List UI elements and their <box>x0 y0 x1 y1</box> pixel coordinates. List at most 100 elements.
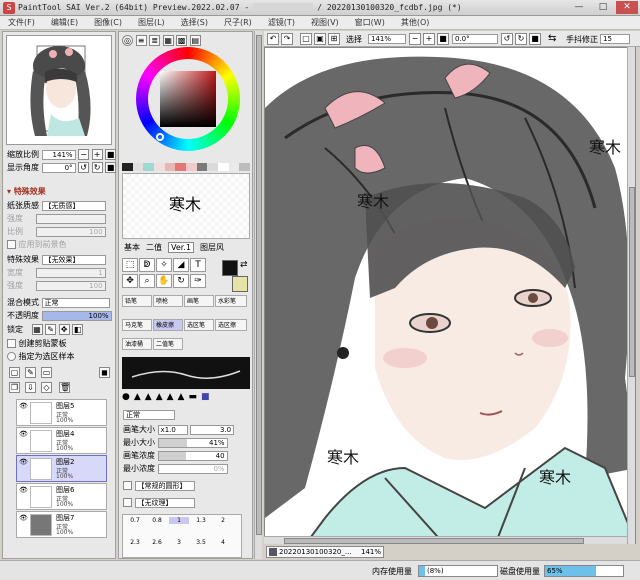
opacity-slider[interactable]: 100% <box>41 310 112 321</box>
tool-bucket[interactable]: 油漆桶 <box>122 338 152 350</box>
effects-section-header[interactable]: ▾ 特殊效果 <box>7 186 46 197</box>
tab-binary[interactable]: 二值 <box>146 242 162 253</box>
tip-flat-icon[interactable]: ▬ <box>188 392 197 404</box>
history-swatch[interactable] <box>132 163 144 171</box>
new-layer-button[interactable]: ▢ <box>9 367 20 378</box>
undo-icon[interactable]: ↶ <box>267 33 279 45</box>
angle-field[interactable]: 0° <box>41 162 76 173</box>
color-wheel[interactable] <box>136 47 240 151</box>
history-swatch[interactable] <box>164 163 176 171</box>
tab-layer-style[interactable]: 图层风 <box>200 242 224 253</box>
tip-triangle-icon[interactable]: ▲ <box>134 392 141 404</box>
fill-icon[interactable]: ◢ <box>173 258 189 272</box>
color-wheel-mode-icon[interactable]: ◎ <box>122 35 133 46</box>
size-preset[interactable]: 3.5 <box>191 539 211 546</box>
flip-icon[interactable]: ⇆ <box>548 33 556 44</box>
maximize-button[interactable]: □ <box>592 1 614 14</box>
min-size-slider[interactable]: 41% <box>157 437 228 448</box>
scrollbar-thumb[interactable] <box>284 538 584 544</box>
zoom-out-button[interactable]: − <box>78 149 90 160</box>
size-preset[interactable]: 0.8 <box>147 517 167 524</box>
layer-item[interactable]: 👁 图层4 正常 100% <box>16 427 107 454</box>
move-icon[interactable]: ✥ <box>122 274 138 288</box>
lock-brush-icon[interactable]: ✎ <box>45 324 57 335</box>
rotate-left-button[interactable]: ↺ <box>78 162 90 173</box>
swatch-mode-icon[interactable]: ▤ <box>189 35 201 46</box>
texture-intensity-slider[interactable] <box>35 213 106 224</box>
menu-other[interactable]: 其他(O) <box>401 17 430 28</box>
select-label[interactable]: 选择 <box>346 34 362 45</box>
history-swatch[interactable] <box>196 163 208 171</box>
size-preset-selected[interactable]: 1 <box>169 517 189 524</box>
copy-layer-button[interactable]: ❐ <box>9 382 20 393</box>
blend-mode-select[interactable]: 正常 <box>41 297 110 308</box>
menu-layer[interactable]: 图层(L) <box>138 17 165 28</box>
texture-scale-slider[interactable]: 100 <box>35 226 106 237</box>
tool-panel-scrollbar[interactable] <box>254 31 262 559</box>
menu-ruler[interactable]: 尺子(R) <box>224 17 252 28</box>
magic-wand-icon[interactable]: ✧ <box>156 258 172 272</box>
canvas-angle-field[interactable]: 0.0° <box>452 34 498 44</box>
canvas-rotate-right-button[interactable]: ↻ <box>515 33 527 45</box>
menu-image[interactable]: 图像(C) <box>94 17 122 28</box>
zoom-reset-button[interactable]: ■ <box>105 149 117 160</box>
tool-brush[interactable]: 画笔 <box>184 295 214 307</box>
saturation-value-square[interactable] <box>160 71 216 127</box>
layer-item[interactable]: 👁 图层6 正常 100% <box>16 483 107 510</box>
brush-texture-checkbox[interactable] <box>123 498 132 507</box>
document-tab[interactable]: 20220130100320_... 141% <box>266 546 384 558</box>
size-preset[interactable]: 3 <box>169 539 189 546</box>
canvas-horizontal-scrollbar[interactable] <box>264 536 627 544</box>
canvas-zoom-in-button[interactable]: + <box>423 33 435 45</box>
lock-alpha-icon[interactable]: ◧ <box>72 324 84 335</box>
scrollbar-thumb[interactable] <box>256 35 262 535</box>
layer-mask-button[interactable]: ◼ <box>99 367 110 378</box>
tool-eraser[interactable]: 橡皮擦 <box>153 319 183 331</box>
redo-icon[interactable]: ↷ <box>281 33 293 45</box>
brush-mode-select[interactable]: 正常 <box>123 409 175 420</box>
rotate-reset-button[interactable]: ■ <box>105 162 117 173</box>
hsv-slider-mode-icon[interactable]: ≣ <box>149 35 161 46</box>
mixer-mode-icon[interactable]: ▩ <box>176 35 188 46</box>
apply-fg-checkbox[interactable] <box>7 240 16 249</box>
canvas-zoom-field[interactable]: 141% <box>368 34 406 44</box>
menu-edit[interactable]: 编辑(E) <box>51 17 78 28</box>
visibility-eye-icon[interactable]: 👁 <box>19 486 29 494</box>
rgb-slider-mode-icon[interactable]: ≡ <box>135 35 147 46</box>
stabilizer-select[interactable]: 15 <box>600 34 630 44</box>
tip-triangle5-icon[interactable]: ▲ <box>178 392 185 404</box>
tab-ver1[interactable]: Ver.1 <box>168 242 194 253</box>
eyedropper-icon[interactable]: ✑ <box>190 274 206 288</box>
size-preset[interactable]: 2.3 <box>125 539 145 546</box>
history-swatch[interactable] <box>154 163 165 171</box>
tool-watercolor[interactable]: 水彩笔 <box>215 295 247 307</box>
layer-item[interactable]: 👁 图层7 正常 100% <box>16 511 107 538</box>
size-preset[interactable]: 2 <box>213 517 233 524</box>
ref-checkbox[interactable] <box>7 352 16 361</box>
brush-texture-select[interactable]: 【无纹理】 <box>134 497 195 508</box>
text-icon[interactable]: T <box>190 258 206 272</box>
size-preset[interactable]: 4 <box>213 539 233 546</box>
visibility-eye-icon[interactable]: 👁 <box>19 402 29 410</box>
visibility-eye-icon[interactable]: 👁 <box>19 458 29 466</box>
tip-round-icon[interactable]: ● <box>122 392 130 404</box>
tip-triangle2-icon[interactable]: ▲ <box>145 392 152 404</box>
canvas-rotate-reset-button[interactable]: ■ <box>529 33 541 45</box>
paper-texture-select[interactable]: 【无质感】 <box>41 200 106 211</box>
brush-shape-select[interactable]: 【常规的圆形】 <box>134 480 195 491</box>
menu-select[interactable]: 选择(S) <box>181 17 208 28</box>
navigator-preview[interactable] <box>6 35 112 145</box>
menu-window[interactable]: 窗口(W) <box>355 17 385 28</box>
visibility-eye-icon[interactable]: 👁 <box>19 514 29 522</box>
layer-item[interactable]: 👁 图层5 正常 100% <box>16 399 107 426</box>
tool-pencil[interactable]: 铅笔 <box>122 295 152 307</box>
palette-mode-icon[interactable]: ▦ <box>162 35 174 46</box>
canvas-zoom-reset-button[interactable]: ■ <box>437 33 449 45</box>
canvas-rotate-left-button[interactable]: ↺ <box>501 33 513 45</box>
zoom-in-button[interactable]: + <box>91 149 103 160</box>
tab-basic[interactable]: 基本 <box>124 242 140 253</box>
tool-airbrush[interactable]: 喷枪 <box>153 295 183 307</box>
min-density-slider[interactable]: 0% <box>157 463 228 474</box>
new-linework-button[interactable]: ✎ <box>25 367 36 378</box>
canvas-vertical-scrollbar[interactable] <box>627 47 635 544</box>
